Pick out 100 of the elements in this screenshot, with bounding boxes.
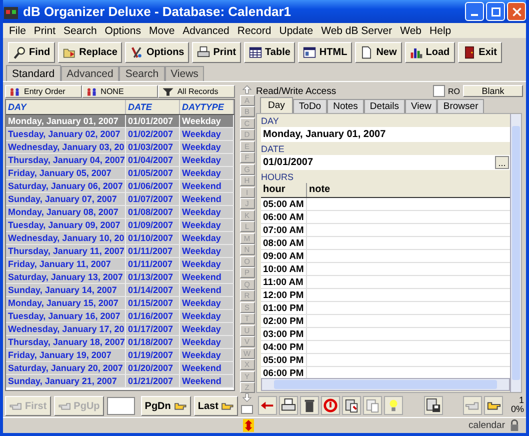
up-arrow-icon[interactable] <box>240 85 254 94</box>
down-arrow-icon[interactable] <box>240 393 254 402</box>
blank-button[interactable]: Blank <box>463 85 523 97</box>
table-cell: Monday, January 08, 2007 <box>6 206 126 218</box>
table-row[interactable]: Wednesday, January 10, 20 01/10/2007 Weekday <box>6 232 234 245</box>
checkbox[interactable] <box>241 405 253 414</box>
table-cell: Friday, January 11, 2007 <box>6 258 126 270</box>
sort-button[interactable]: All Records <box>158 85 236 98</box>
table-row[interactable]: Tuesday, January 02, 2007 01/02/2007 Weekday <box>6 128 234 141</box>
scrollbar[interactable] <box>261 378 510 391</box>
nav-button[interactable]: Last <box>194 396 238 416</box>
lightbulb-icon[interactable] <box>384 396 403 414</box>
table-row[interactable]: Wednesday, January 17, 20 01/17/2007 Weekday <box>6 323 234 336</box>
ro-checkbox[interactable] <box>433 85 445 97</box>
table-row[interactable]: Tuesday, January 09, 2007 01/09/2007 Weekday <box>6 219 234 232</box>
save-icon[interactable] <box>424 396 442 414</box>
table-row[interactable]: Friday, January 11, 2007 01/11/2007 Weekday <box>6 258 234 271</box>
table-cell: 06:00 AM <box>261 211 307 223</box>
table-row[interactable]: Thursday, January 11, 2007 01/11/2007 Weekday <box>6 245 234 258</box>
toolbar-button[interactable]: Table <box>244 42 296 62</box>
toolbar-button[interactable]: Find <box>8 42 56 62</box>
table-row[interactable]: Friday, January 05, 2007 01/05/2007 Weekday <box>6 167 234 180</box>
sort-button[interactable]: NONE <box>82 85 158 98</box>
paste-icon[interactable] <box>342 396 361 414</box>
table-cell: Saturday, January 06, 2007 <box>6 180 126 192</box>
table-cell: Weekday <box>180 167 234 179</box>
mode-tab[interactable]: Advanced <box>60 66 120 81</box>
tools-icon <box>130 46 144 58</box>
menu-item[interactable]: Help <box>426 24 456 36</box>
sort-button[interactable]: Entry Order <box>5 85 82 98</box>
table-row[interactable]: Monday, January 08, 2007 01/08/2007 Weekday <box>6 206 234 219</box>
record-tab[interactable]: View <box>404 99 438 113</box>
input-field[interactable]: 01/01/2007 <box>261 155 494 170</box>
menu-item[interactable]: Web dB Server <box>317 24 396 36</box>
record-tab[interactable]: ToDo <box>292 99 328 113</box>
nav-button[interactable]: PgDn <box>140 396 191 416</box>
page-field[interactable] <box>106 397 135 415</box>
menu-item[interactable]: Web <box>396 24 426 36</box>
table-row[interactable]: Saturday, January 20, 2007 01/20/2007 Weekend <box>6 362 234 375</box>
scrollbar[interactable] <box>510 114 521 392</box>
table-cell: Weekend <box>180 180 234 192</box>
column-header[interactable]: DAYTYPE <box>180 100 234 114</box>
percent-label: 0% <box>511 405 524 414</box>
column-header[interactable]: hour <box>261 183 307 197</box>
table-row[interactable]: Friday, January 19, 2007 01/19/2007 Weekday <box>6 349 234 362</box>
menu-item[interactable]: Update <box>275 24 318 36</box>
table-cell: 11:00 AM <box>261 276 307 288</box>
menu-item[interactable]: Print <box>30 24 60 36</box>
table-cell: Saturday, January 20, 2007 <box>6 362 126 374</box>
minimize-button[interactable] <box>465 2 484 21</box>
toolbar-button[interactable]: Load <box>404 42 455 62</box>
table-cell: Weekday <box>180 245 234 257</box>
close-button[interactable] <box>507 2 526 21</box>
menu-item[interactable]: Record <box>233 24 276 36</box>
mode-tab[interactable]: Standard <box>6 65 61 81</box>
input-field[interactable]: Monday, January 01, 2007 <box>261 127 510 142</box>
menu-item[interactable]: Search <box>60 24 101 36</box>
column-header[interactable]: DAY <box>6 100 126 114</box>
table-cell: 05:00 AM <box>261 198 307 210</box>
table-row[interactable]: Tuesday, January 16, 2007 01/16/2007 Weekday <box>6 310 234 323</box>
mode-tab[interactable]: Search <box>119 66 165 81</box>
table-row[interactable]: Sunday, January 14, 2007 01/14/2007 Weekend <box>6 284 234 297</box>
column-header[interactable]: DATE <box>126 100 180 114</box>
table-row[interactable]: Monday, January 15, 2007 01/15/2007 Weekday <box>6 297 234 310</box>
menu-item[interactable]: Advanced <box>178 24 234 36</box>
toolbar-button[interactable]: New <box>355 42 402 62</box>
table-row[interactable]: Saturday, January 13, 2007 01/13/2007 Weekend <box>6 271 234 284</box>
table-row[interactable]: Thursday, January 18, 2007 01/18/2007 Weekday <box>6 336 234 349</box>
maximize-button[interactable] <box>486 2 505 21</box>
menu-item[interactable]: Options <box>100 24 145 36</box>
toolbar-button[interactable]: Options <box>125 42 190 62</box>
table-row[interactable]: Monday, January 01, 2007 01/01/2007 Weekday <box>6 115 234 128</box>
column-header[interactable]: note <box>307 183 330 197</box>
lock-icon <box>509 419 520 432</box>
table-row[interactable]: Thursday, January 04, 2007 01/04/2007 Weekday <box>6 154 234 167</box>
record-tab[interactable]: Notes <box>327 99 364 113</box>
toolbar-button[interactable]: HTML <box>298 42 352 62</box>
record-tab[interactable]: Details <box>364 99 405 113</box>
table-row[interactable]: Sunday, January 21, 2007 01/21/2007 Weekend <box>6 375 234 388</box>
hand-right-icon[interactable] <box>484 396 503 414</box>
table-row[interactable]: Saturday, January 06, 2007 01/06/2007 Weekend <box>6 180 234 193</box>
mode-tab[interactable]: Views <box>164 66 204 81</box>
table-row[interactable]: Wednesday, January 03, 20 01/03/2007 Weekday <box>6 141 234 154</box>
picker-button[interactable]: ... <box>495 156 509 169</box>
table-row[interactable]: Sunday, January 07, 2007 01/07/2007 Weekend <box>6 193 234 206</box>
table-cell: 01/07/2007 <box>126 193 180 205</box>
table-cell: 01/01/2007 <box>126 115 180 127</box>
menu-item[interactable]: Move <box>144 24 179 36</box>
record-tab[interactable]: Browser <box>437 99 484 113</box>
toolbar-button[interactable]: Exit <box>458 42 502 62</box>
printer-icon <box>197 46 210 58</box>
record-tab[interactable]: Day <box>260 97 293 113</box>
table-cell: 01/15/2007 <box>126 297 180 309</box>
table-cell: 08:00 AM <box>261 237 307 249</box>
minimize-icon <box>471 14 478 16</box>
trash-icon[interactable] <box>300 396 319 414</box>
toolbar-button[interactable]: Replace <box>58 42 122 62</box>
printer-icon[interactable] <box>279 396 298 414</box>
menu-item[interactable]: File <box>5 24 30 36</box>
toolbar-button[interactable]: Print <box>192 42 242 62</box>
